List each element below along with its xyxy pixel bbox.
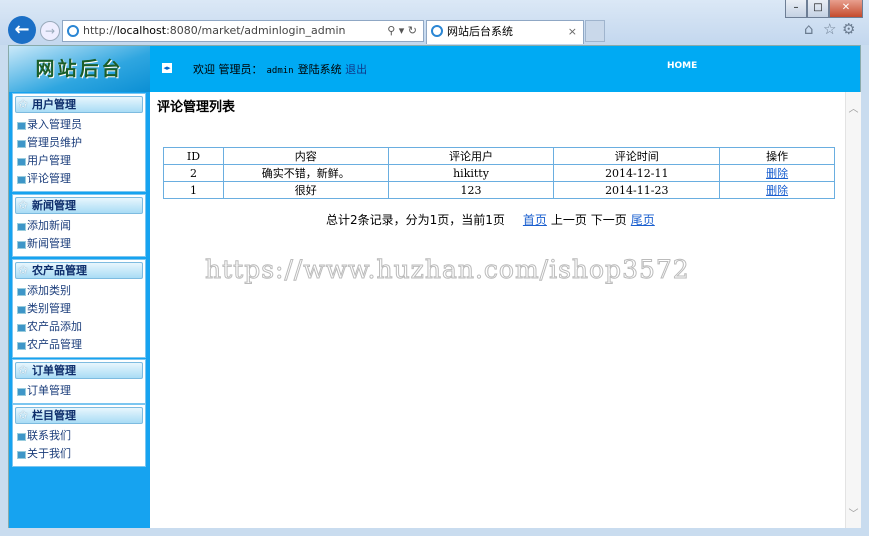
scroll-up-icon[interactable]: ︿	[846, 100, 861, 115]
scroll-down-icon[interactable]: ﹀	[846, 505, 861, 520]
sidebar-group: ✩ 订单管理订单管理	[12, 359, 146, 404]
cell-action: 删除	[719, 164, 835, 182]
favorites-star-icon[interactable]: ☆	[823, 20, 836, 38]
star-icon: ✩	[18, 363, 29, 377]
welcome-text: 欢迎 管理员： admin 登陆系统 退出	[193, 63, 368, 76]
cell-user: hikitty	[387, 164, 555, 182]
sidebar-item[interactable]: 添加类别	[13, 282, 145, 300]
sidebar-group-header[interactable]: ✩ 新闻管理	[15, 197, 143, 214]
tab-active[interactable]: 网站后台系统 ×	[426, 20, 584, 44]
sidebar-group-header[interactable]: ✩ 栏目管理	[15, 407, 143, 424]
cell-content: 很好	[222, 181, 389, 199]
sidebar-group-header[interactable]: ✩ 订单管理	[15, 362, 143, 379]
logout-link[interactable]: 退出	[345, 63, 367, 76]
sidebar-group: ✩ 新闻管理添加新闻 新闻管理	[12, 194, 146, 257]
delete-link[interactable]: 删除	[766, 167, 788, 180]
col-content: 内容	[222, 147, 389, 165]
cell-content: 确实不错，新鲜。	[222, 164, 389, 182]
address-bar[interactable]: http://localhost:8080/market/adminlogin_…	[62, 20, 424, 42]
home-link[interactable]: HOME	[667, 61, 697, 71]
back-button[interactable]: ←	[8, 16, 36, 44]
sidebar-toggle-icon[interactable]: ◂▸	[162, 63, 172, 73]
cell-action: 删除	[719, 181, 835, 199]
cell-user: 123	[387, 181, 555, 199]
sidebar-group: ✩ 栏目管理联系我们 关于我们	[12, 404, 146, 467]
pagination: 总计2条记录，分为1页，当前1页 首页 上一页 下一页 尾页	[326, 213, 655, 227]
sidebar-item[interactable]: 类别管理	[13, 300, 145, 318]
ie-icon	[431, 25, 443, 37]
col-action: 操作	[719, 147, 835, 165]
sidebar-item[interactable]: 农产品管理	[13, 336, 145, 354]
maximize-button[interactable]: □	[807, 0, 829, 18]
cell-time: 2014-11-23	[553, 181, 721, 199]
sidebar-group: ✩ 用户管理录入管理员 管理员维护 用户管理 评论管理	[12, 93, 146, 192]
col-id: ID	[163, 147, 224, 165]
table-row: 2 确实不错，新鲜。 hikitty 2014-12-11 删除	[163, 164, 835, 182]
next-page-text: 下一页	[590, 213, 627, 227]
sidebar-group-header[interactable]: ✩ 农产品管理	[15, 262, 143, 279]
new-tab-button[interactable]	[585, 20, 605, 42]
sidebar-item[interactable]: 添加新闻	[13, 217, 145, 235]
sidebar-item[interactable]: 关于我们	[13, 445, 145, 463]
sidebar-item[interactable]: 管理员维护	[13, 134, 145, 152]
cell-time: 2014-12-11	[553, 164, 721, 182]
prev-page-text: 上一页	[550, 213, 587, 227]
sidebar-item[interactable]: 农产品添加	[13, 318, 145, 336]
forward-button[interactable]: →	[40, 21, 60, 41]
comments-table: ID 内容 评论用户 评论时间 操作 2 确实不错，新鲜。 hikitty 20…	[163, 147, 835, 199]
ie-icon	[67, 25, 79, 37]
cell-id: 2	[163, 164, 224, 182]
tab-close-icon[interactable]: ×	[568, 21, 577, 43]
cell-id: 1	[163, 181, 224, 199]
sidebar-item[interactable]: 录入管理员	[13, 116, 145, 134]
star-icon: ✩	[18, 198, 29, 212]
sidebar-item[interactable]: 用户管理	[13, 152, 145, 170]
star-icon: ✩	[18, 408, 29, 422]
last-page-link[interactable]: 尾页	[631, 213, 655, 227]
sidebar-group-header[interactable]: ✩ 用户管理	[15, 96, 143, 113]
delete-link[interactable]: 删除	[766, 184, 788, 197]
table-row: 1 很好 123 2014-11-23 删除	[163, 181, 835, 199]
search-refresh-icons[interactable]: ⚲ ▾ ↻	[387, 21, 417, 41]
table-header-row: ID 内容 评论用户 评论时间 操作	[163, 147, 835, 165]
col-time: 评论时间	[553, 147, 721, 165]
gear-icon[interactable]: ⚙	[842, 20, 855, 38]
close-window-button[interactable]: ✕	[829, 0, 863, 18]
minimize-button[interactable]: –	[785, 0, 807, 18]
sidebar-item[interactable]: 新闻管理	[13, 235, 145, 253]
sidebar-item[interactable]: 订单管理	[13, 382, 145, 400]
watermark: https://www.huzhan.com/ishop3572	[205, 255, 690, 285]
vertical-scrollbar[interactable]: ︿ ﹀	[845, 92, 861, 528]
star-icon: ✩	[18, 97, 29, 111]
sidebar-item[interactable]: 联系我们	[13, 427, 145, 445]
sidebar-group: ✩ 农产品管理 添加类别 类别管理 农产品添加 农产品管理	[12, 259, 146, 358]
star-icon: ✩	[18, 263, 29, 277]
logo: 网站后台	[9, 46, 150, 92]
first-page-link[interactable]: 首页	[523, 213, 547, 227]
page-title: 评论管理列表	[157, 100, 236, 115]
col-user: 评论用户	[387, 147, 555, 165]
sidebar-item[interactable]: 评论管理	[13, 170, 145, 188]
home-icon[interactable]: ⌂	[804, 20, 814, 38]
